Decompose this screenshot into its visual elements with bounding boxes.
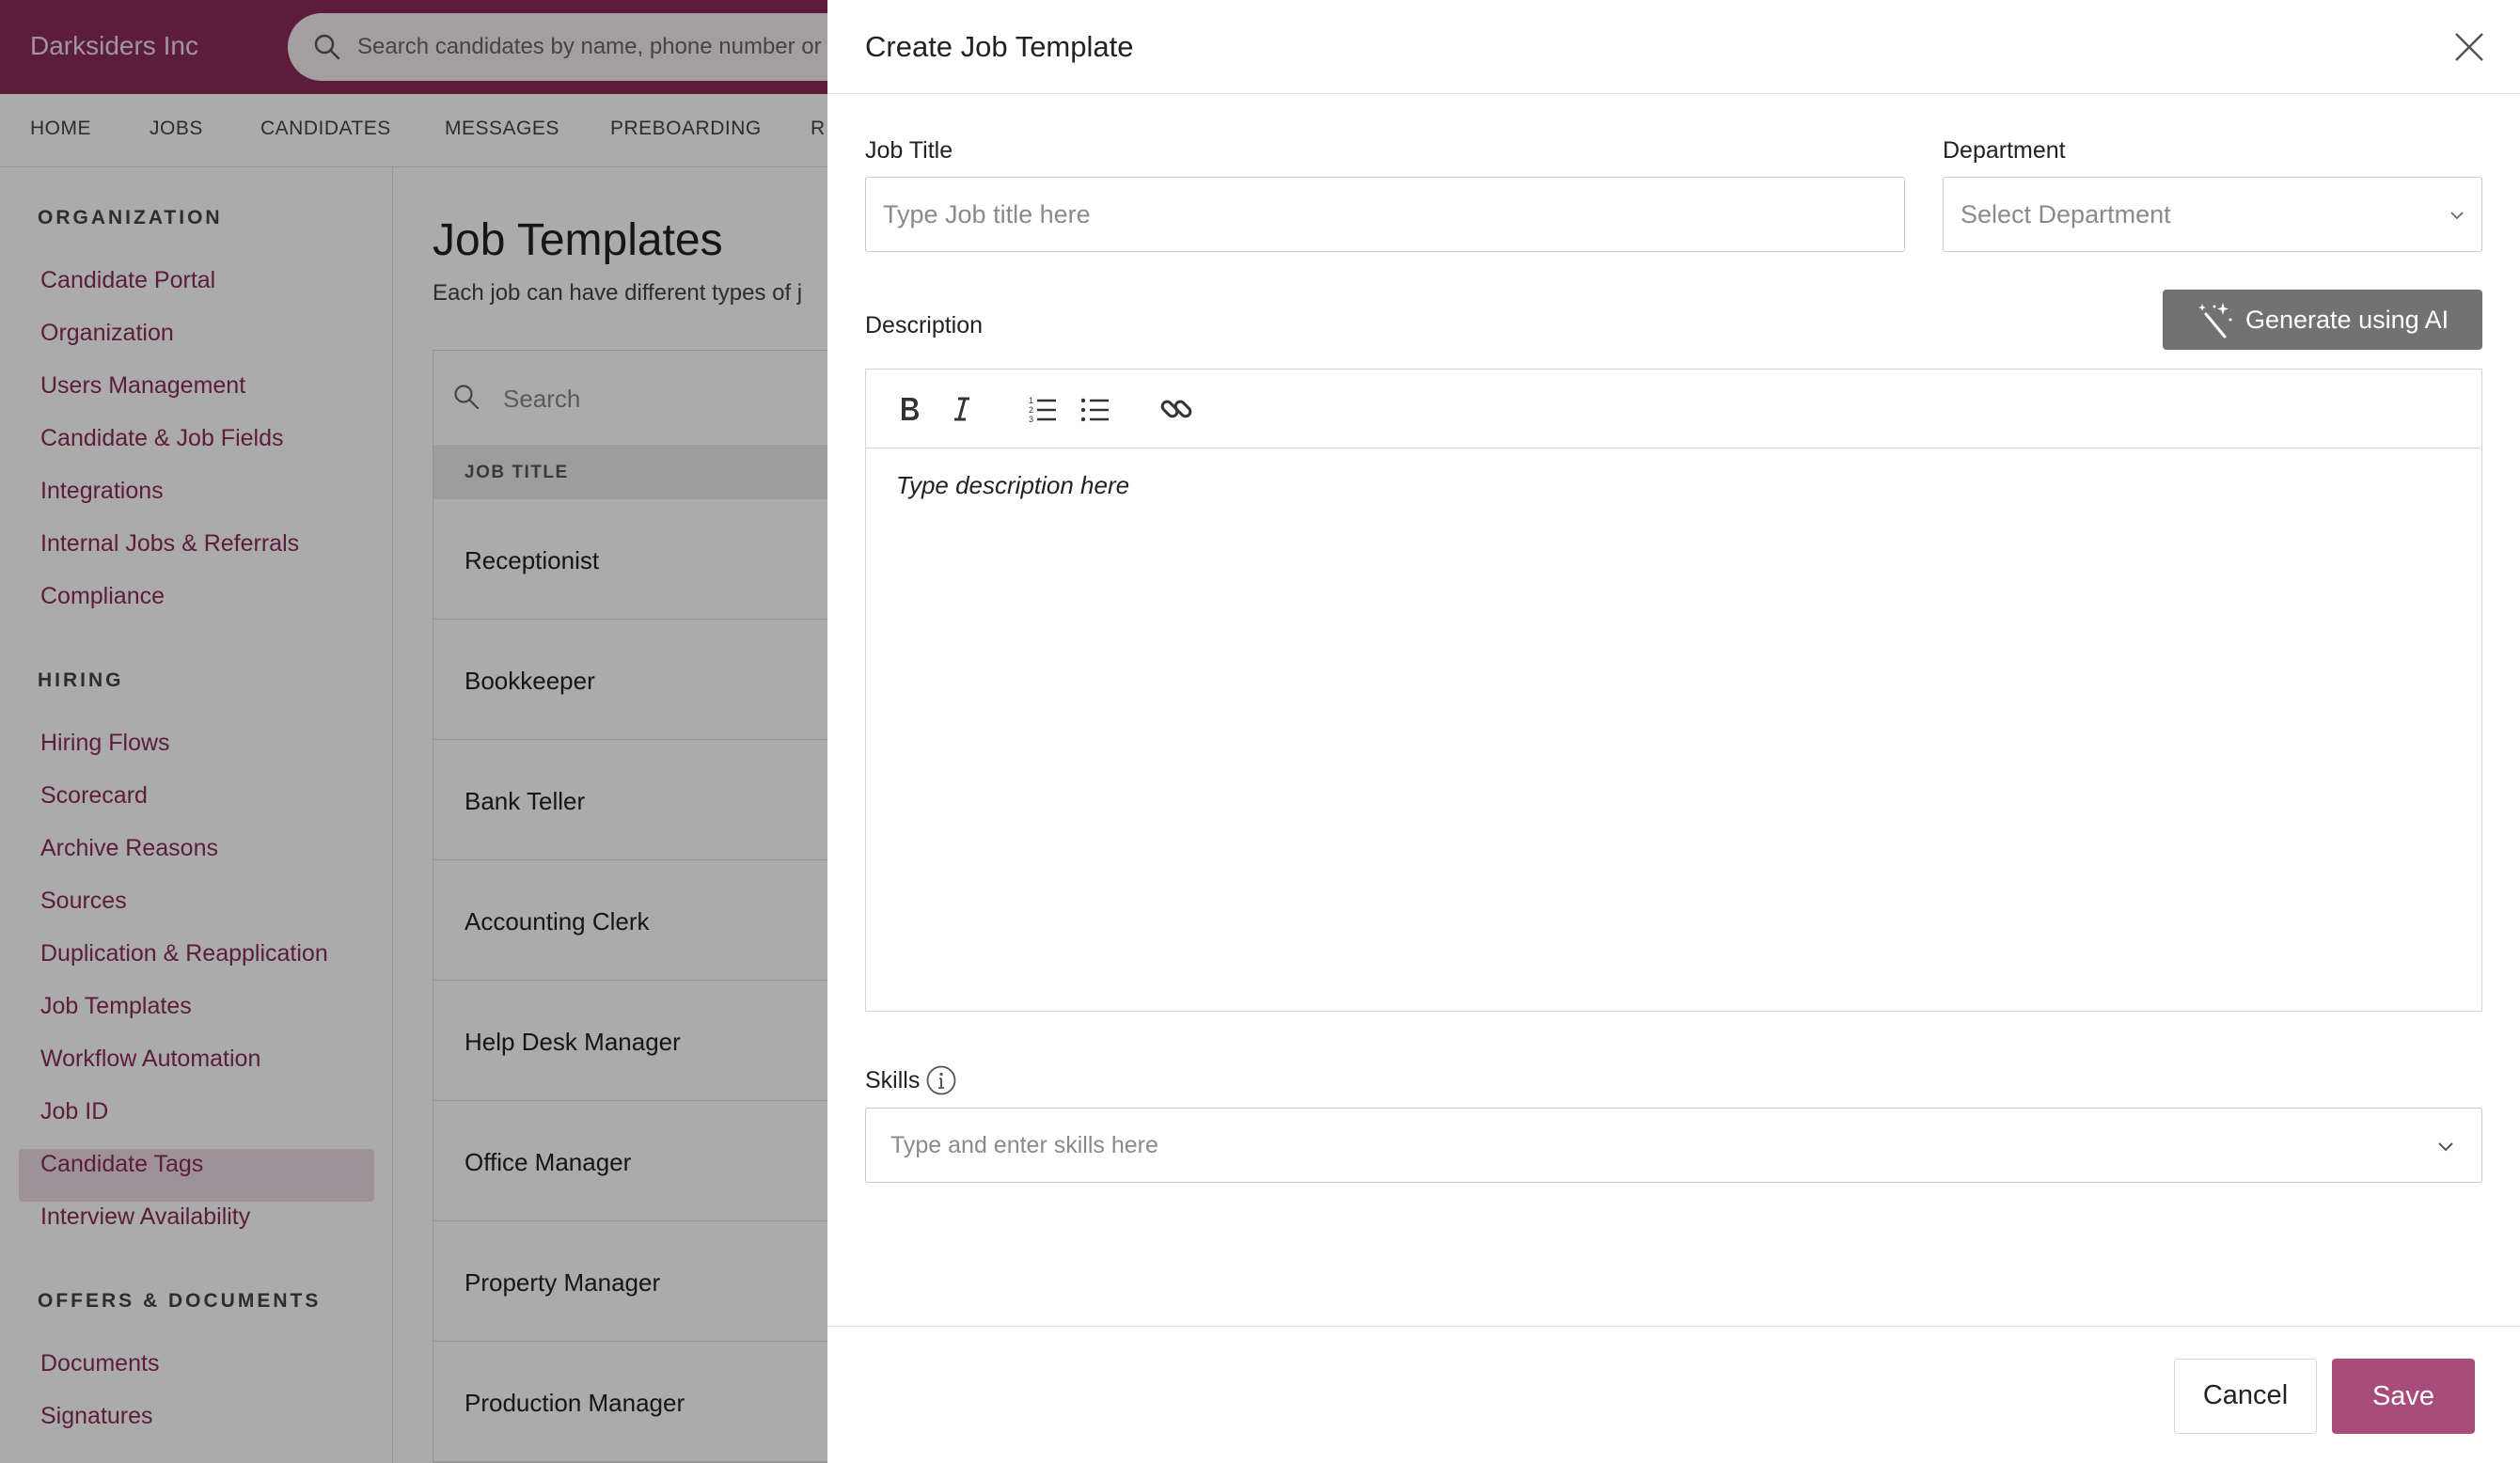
italic-icon[interactable] — [943, 390, 981, 428]
job-title-input[interactable]: Type Job title here — [865, 177, 1905, 252]
drawer-title: Create Job Template — [865, 30, 1134, 63]
generate-ai-button[interactable]: Generate using AI — [2163, 290, 2482, 350]
department-select[interactable]: Select Department — [1943, 177, 2482, 252]
department-placeholder: Select Department — [1961, 200, 2171, 228]
info-icon[interactable] — [925, 1064, 957, 1096]
job-title-placeholder: Type Job title here — [883, 200, 1091, 228]
svg-text:2: 2 — [1029, 405, 1033, 415]
ordered-list-icon[interactable]: 123 — [1024, 390, 1062, 428]
skills-input[interactable]: Type and enter skills here — [865, 1108, 2482, 1183]
description-placeholder: Type description here — [896, 471, 1130, 499]
editor-toolbar: 123 — [866, 370, 2481, 448]
bold-icon[interactable] — [890, 390, 928, 428]
drawer-footer: Cancel Save — [827, 1326, 2520, 1463]
bullet-list-icon[interactable] — [1077, 390, 1114, 428]
cancel-button[interactable]: Cancel — [2174, 1359, 2317, 1434]
close-icon[interactable] — [2445, 23, 2494, 71]
create-job-template-drawer: Create Job Template Job Title Type Job t… — [827, 0, 2520, 1463]
description-textarea[interactable]: Type description here — [866, 448, 2481, 1010]
skills-placeholder: Type and enter skills here — [890, 1132, 1158, 1158]
department-label: Department — [1943, 137, 2066, 164]
magic-wand-icon — [2198, 303, 2232, 338]
job-title-label: Job Title — [865, 137, 953, 164]
chevron-down-icon — [2438, 1142, 2453, 1152]
chevron-down-icon — [2450, 212, 2464, 220]
skills-label: Skills — [865, 1067, 921, 1093]
link-icon[interactable] — [1158, 390, 1195, 428]
drawer-header: Create Job Template — [827, 0, 2520, 94]
generate-ai-label: Generate using AI — [2245, 306, 2449, 334]
svg-text:1: 1 — [1029, 396, 1033, 405]
description-label: Description — [865, 312, 984, 338]
save-button[interactable]: Save — [2332, 1359, 2475, 1434]
description-editor: 123 Type description here — [865, 369, 2482, 1012]
svg-text:3: 3 — [1029, 415, 1033, 424]
